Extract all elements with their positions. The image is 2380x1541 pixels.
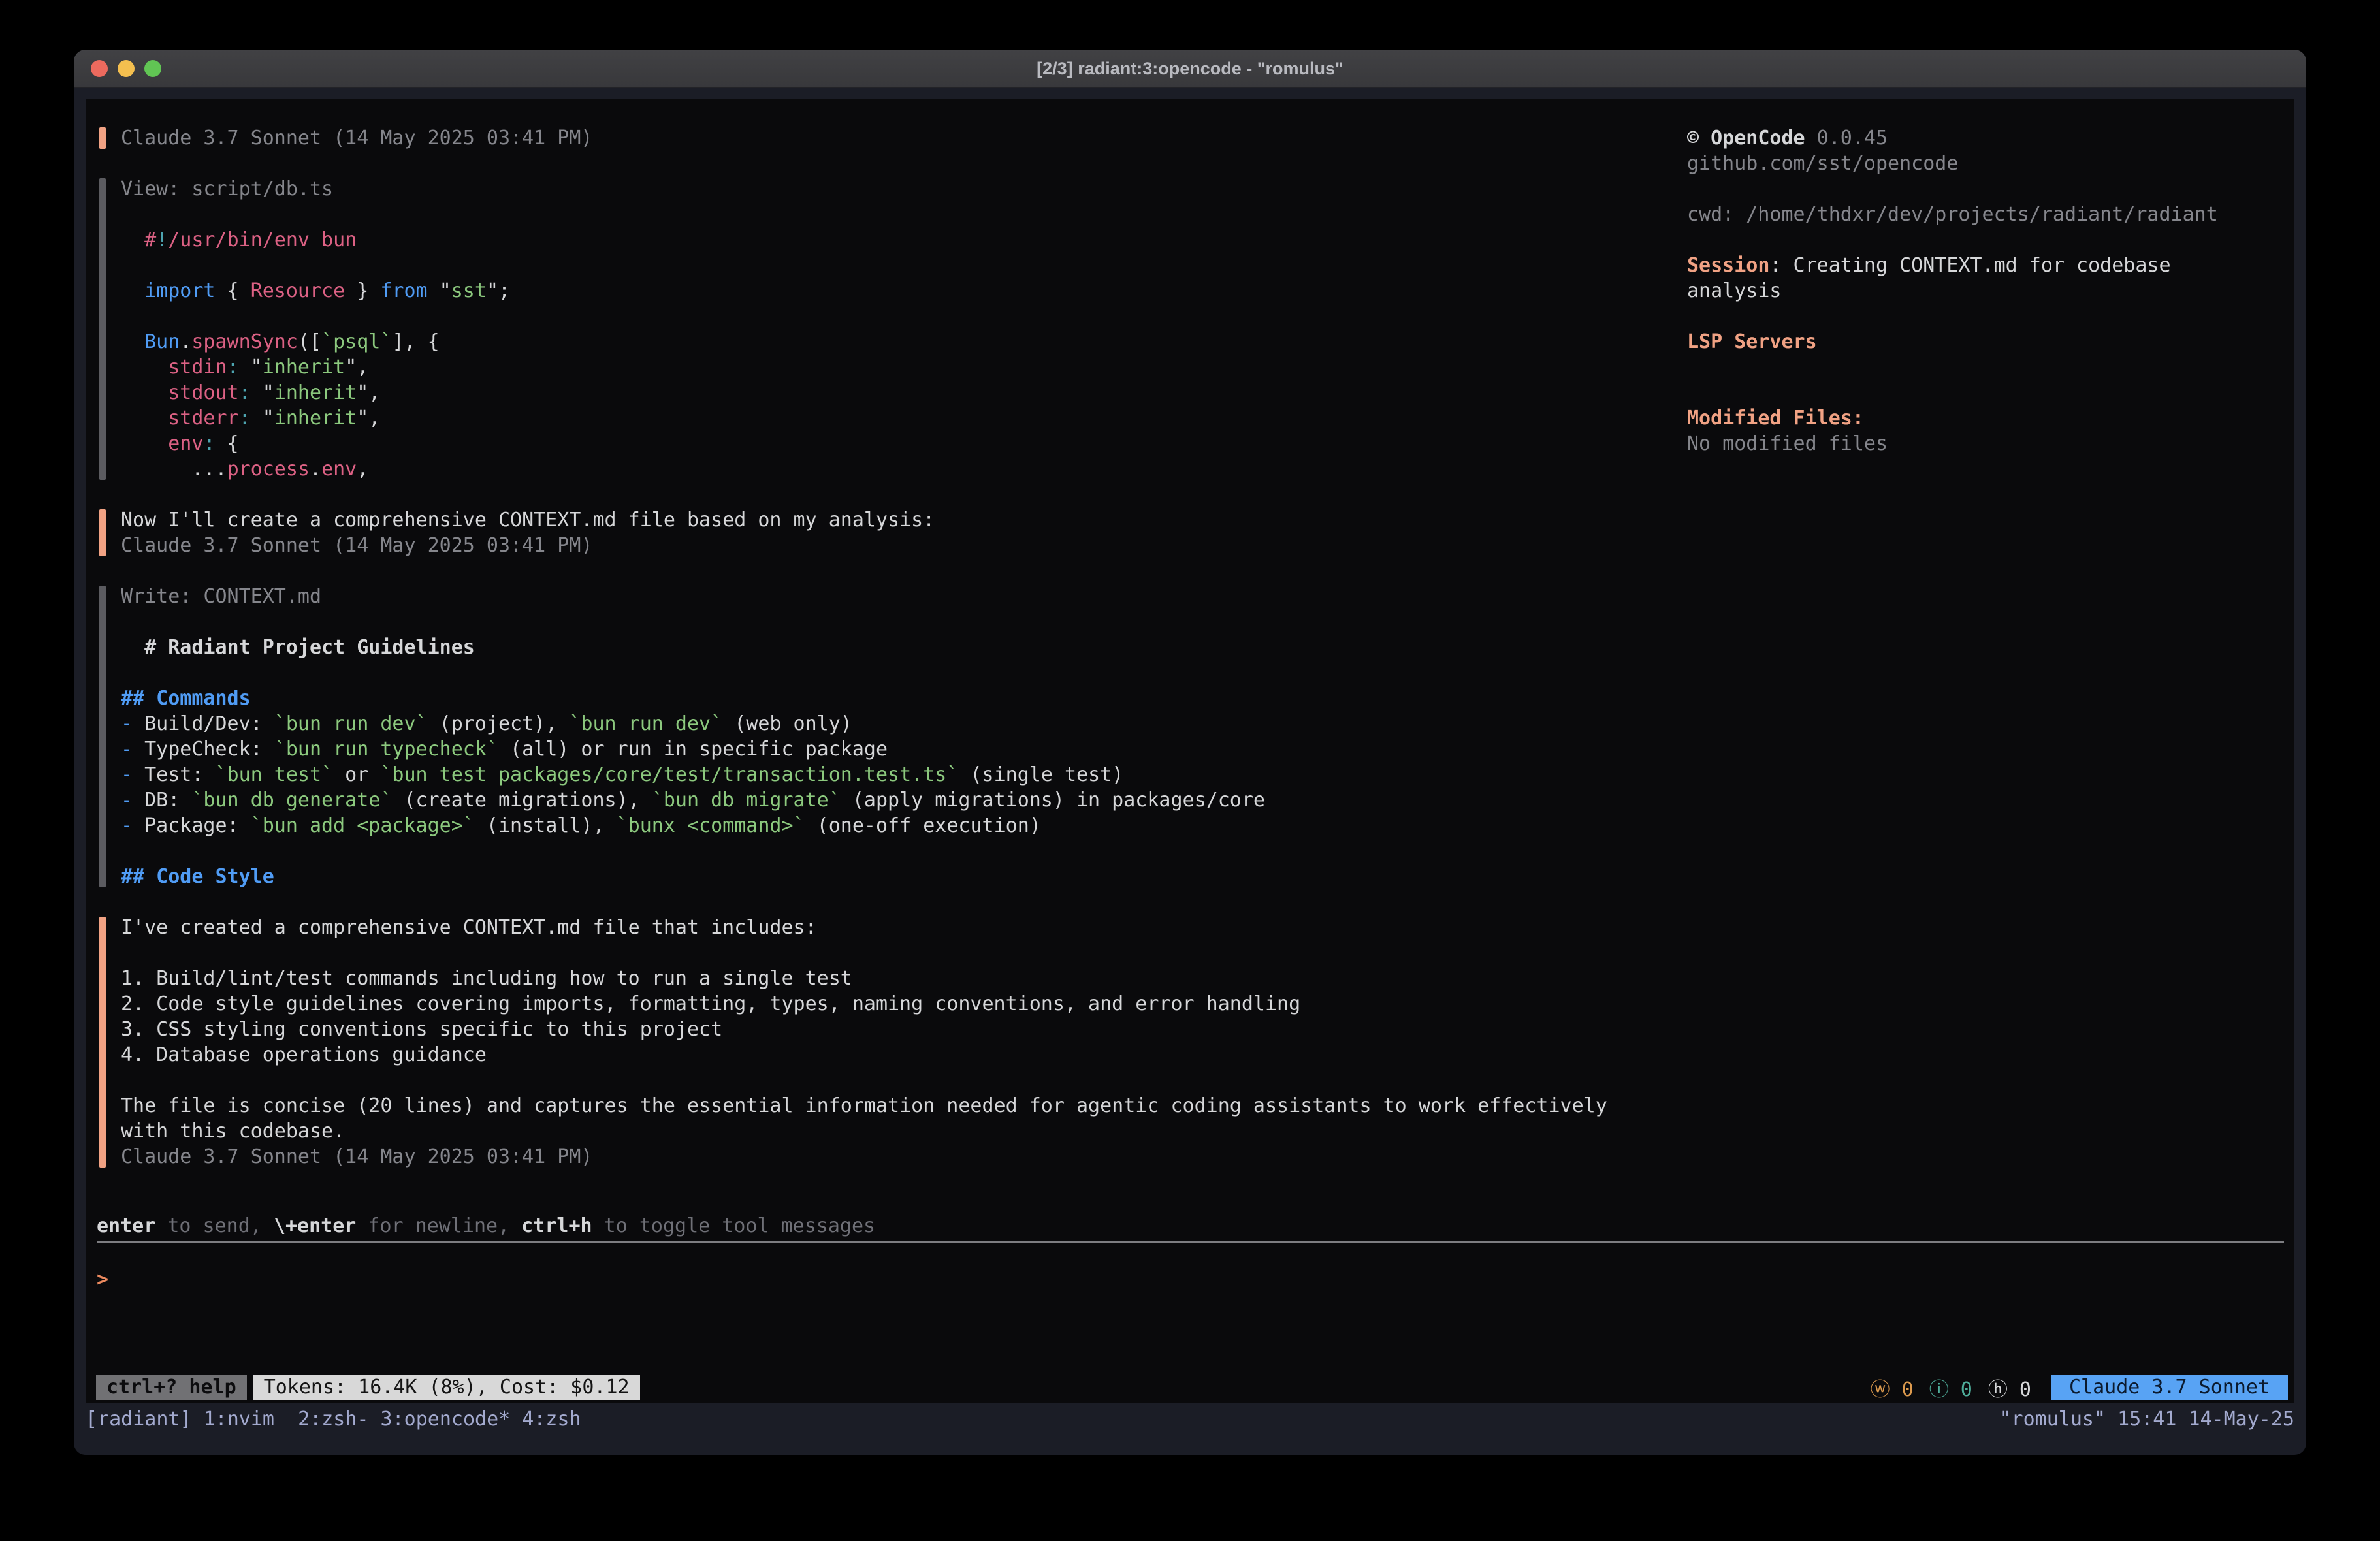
terminal-line: with this codebase. (121, 1119, 1680, 1144)
tmux-window-list[interactable]: [radiant] 1:nvim 2:zsh- 3:opencode* 4:zs… (86, 1406, 581, 1432)
traffic-lights (91, 50, 161, 87)
terminal-line (121, 253, 1680, 278)
terminal-line: 3. CSS styling conventions specific to t… (121, 1017, 1680, 1042)
terminal-line: env: { (121, 431, 1680, 456)
message-block: Now I'll create a comprehensive CONTEXT.… (99, 507, 1680, 558)
tokens-cost-chip: Tokens: 16.4K (8%), Cost: $0.12 (253, 1375, 640, 1400)
terminal-line: Claude 3.7 Sonnet (14 May 2025 03:41 PM) (121, 533, 1680, 558)
warning-count-badge: ⓦ 0 (1871, 1373, 1914, 1402)
terminal-line (1687, 380, 2294, 405)
status-right-group: ⓦ 0 ⓘ 0 ⓗ 0 Claude 3.7 Sonnet (1871, 1373, 2288, 1402)
hint-count-badge: ⓗ 0 (1988, 1373, 2031, 1402)
terminal-line: github.com/sst/opencode (1687, 151, 2294, 176)
terminal-line (121, 940, 1680, 966)
model-badge[interactable]: Claude 3.7 Sonnet (2051, 1375, 2288, 1400)
terminal-line: stderr: "inherit", (121, 405, 1680, 431)
terminal-line (1687, 355, 2294, 380)
terminal-line: - DB: `bun db generate` (create migratio… (121, 787, 1680, 813)
terminal-line: - Build/Dev: `bun run dev` (project), `b… (121, 711, 1680, 737)
close-button[interactable] (91, 60, 108, 77)
diagnostics: ⓦ 0 ⓘ 0 ⓗ 0 (1871, 1373, 2031, 1402)
terminal-line: 4. Database operations guidance (121, 1042, 1680, 1068)
terminal-line: The file is concise (20 lines) and captu… (121, 1093, 1680, 1119)
window-title: [2/3] radiant:3:opencode - "romulus" (1037, 59, 1343, 79)
terminal-line: Session: Creating CONTEXT.md for codebas… (1687, 253, 2294, 278)
terminal-line: ...process.env, (121, 456, 1680, 482)
tool-view-block: View: script/db.ts #!/usr/bin/env bun im… (99, 176, 1680, 482)
terminal-line: - TypeCheck: `bun run typecheck` (all) o… (121, 737, 1680, 762)
terminal-line: © OpenCode 0.0.45 (1687, 125, 2294, 151)
terminal-line: 1. Build/lint/test commands including ho… (121, 966, 1680, 991)
prompt-input[interactable]: > (97, 1267, 108, 1292)
terminal-line: 2. Code style guidelines covering import… (121, 991, 1680, 1017)
terminal-content: Claude 3.7 Sonnet (14 May 2025 03:41 PM)… (86, 99, 2294, 1403)
terminal-line (1687, 304, 2294, 329)
terminal-line: ## Commands (121, 686, 1680, 711)
tool-write-block: Write: CONTEXT.md # Radiant Project Guid… (99, 584, 1680, 889)
zoom-button[interactable] (144, 60, 161, 77)
tmux-status-bar: [radiant] 1:nvim 2:zsh- 3:opencode* 4:zs… (86, 1406, 2294, 1432)
terminal-line: Claude 3.7 Sonnet (14 May 2025 03:41 PM) (121, 1144, 1680, 1169)
terminal-line (121, 838, 1680, 864)
message-block: I've created a comprehensive CONTEXT.md … (99, 915, 1680, 1169)
terminal-line: I've created a comprehensive CONTEXT.md … (121, 915, 1680, 940)
window-titlebar[interactable]: [2/3] radiant:3:opencode - "romulus" (74, 50, 2306, 88)
terminal-line: - Package: `bun add <package>` (install)… (121, 813, 1680, 838)
orange-message-bar (99, 917, 106, 1168)
terminal-line: No modified files (1687, 431, 2294, 456)
terminal-line: enter to send, \+enter for newline, ctrl… (97, 1213, 875, 1239)
conversation-area: Claude 3.7 Sonnet (14 May 2025 03:41 PM)… (99, 125, 1680, 1195)
orange-message-bar (99, 509, 106, 556)
info-count-badge: ⓘ 0 (1929, 1373, 1972, 1402)
help-shortcut-chip[interactable]: ctrl+? help (96, 1375, 247, 1400)
terminal-line: stdout: "inherit", (121, 380, 1680, 405)
terminal-line: # Radiant Project Guidelines (121, 635, 1680, 660)
terminal-line: analysis (1687, 278, 2294, 304)
terminal-line: Modified Files: (1687, 405, 2294, 431)
input-divider (97, 1241, 2284, 1243)
terminal-line (121, 660, 1680, 686)
terminal-line: Bun.spawnSync([`psql`], { (121, 329, 1680, 355)
tmux-session-clock: "romulus" 15:41 14-May-25 (1999, 1406, 2294, 1432)
keybinding-hints: enter to send, \+enter for newline, ctrl… (97, 1213, 875, 1239)
terminal-line: LSP Servers (1687, 329, 2294, 355)
session-sidebar: © OpenCode 0.0.45github.com/sst/opencode… (1687, 125, 2294, 456)
terminal-window: [2/3] radiant:3:opencode - "romulus" Cla… (74, 50, 2306, 1455)
terminal-line: Claude 3.7 Sonnet (14 May 2025 03:41 PM) (121, 125, 1680, 151)
terminal-line: Now I'll create a comprehensive CONTEXT.… (121, 507, 1680, 533)
gray-message-bar (99, 586, 106, 887)
orange-message-bar (99, 127, 106, 149)
terminal-line: stdin: "inherit", (121, 355, 1680, 380)
gray-message-bar (99, 178, 106, 480)
terminal-line (121, 609, 1680, 635)
terminal-line (121, 202, 1680, 227)
terminal-line: - Test: `bun test` or `bun test packages… (121, 762, 1680, 787)
message-header-block: Claude 3.7 Sonnet (14 May 2025 03:41 PM) (99, 125, 1680, 151)
terminal-line: cwd: /home/thdxr/dev/projects/radiant/ra… (1687, 202, 2294, 227)
terminal-line: Write: CONTEXT.md (121, 584, 1680, 609)
terminal-line (121, 304, 1680, 329)
status-bar: ctrl+? help Tokens: 16.4K (8%), Cost: $0… (96, 1375, 2288, 1400)
terminal-line: #!/usr/bin/env bun (121, 227, 1680, 253)
terminal-line: import { Resource } from "sst"; (121, 278, 1680, 304)
terminal-line (1687, 227, 2294, 253)
terminal-line (121, 1068, 1680, 1093)
terminal-line (1687, 176, 2294, 202)
terminal-line: View: script/db.ts (121, 176, 1680, 202)
terminal-line: ## Code Style (121, 864, 1680, 889)
minimize-button[interactable] (118, 60, 135, 77)
